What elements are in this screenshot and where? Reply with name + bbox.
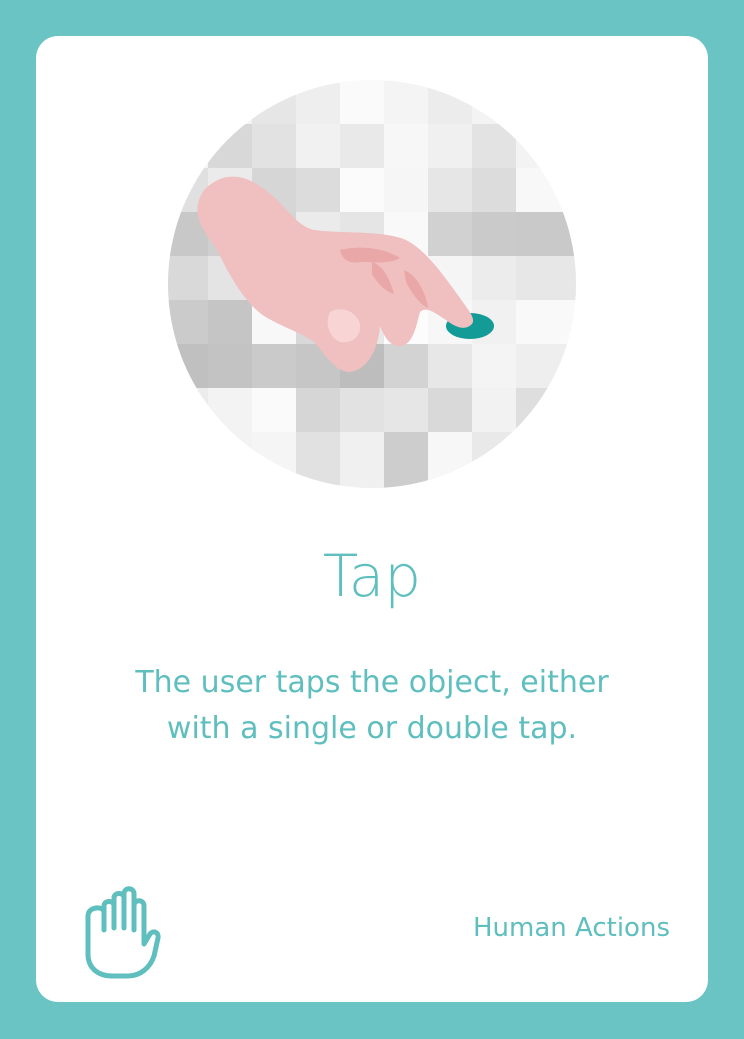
card-title: Tap <box>322 542 422 610</box>
pointing-hand-icon <box>85 886 161 979</box>
description-line: The user taps the object, either <box>135 665 609 700</box>
description-line: with a single or double tap. <box>166 711 578 746</box>
tap-illustration <box>168 80 576 488</box>
card-description: The user taps the object, either with a … <box>96 660 648 752</box>
category-label: Human Actions <box>472 913 670 943</box>
action-card: Tap The user taps the object, either wit… <box>36 36 708 1002</box>
